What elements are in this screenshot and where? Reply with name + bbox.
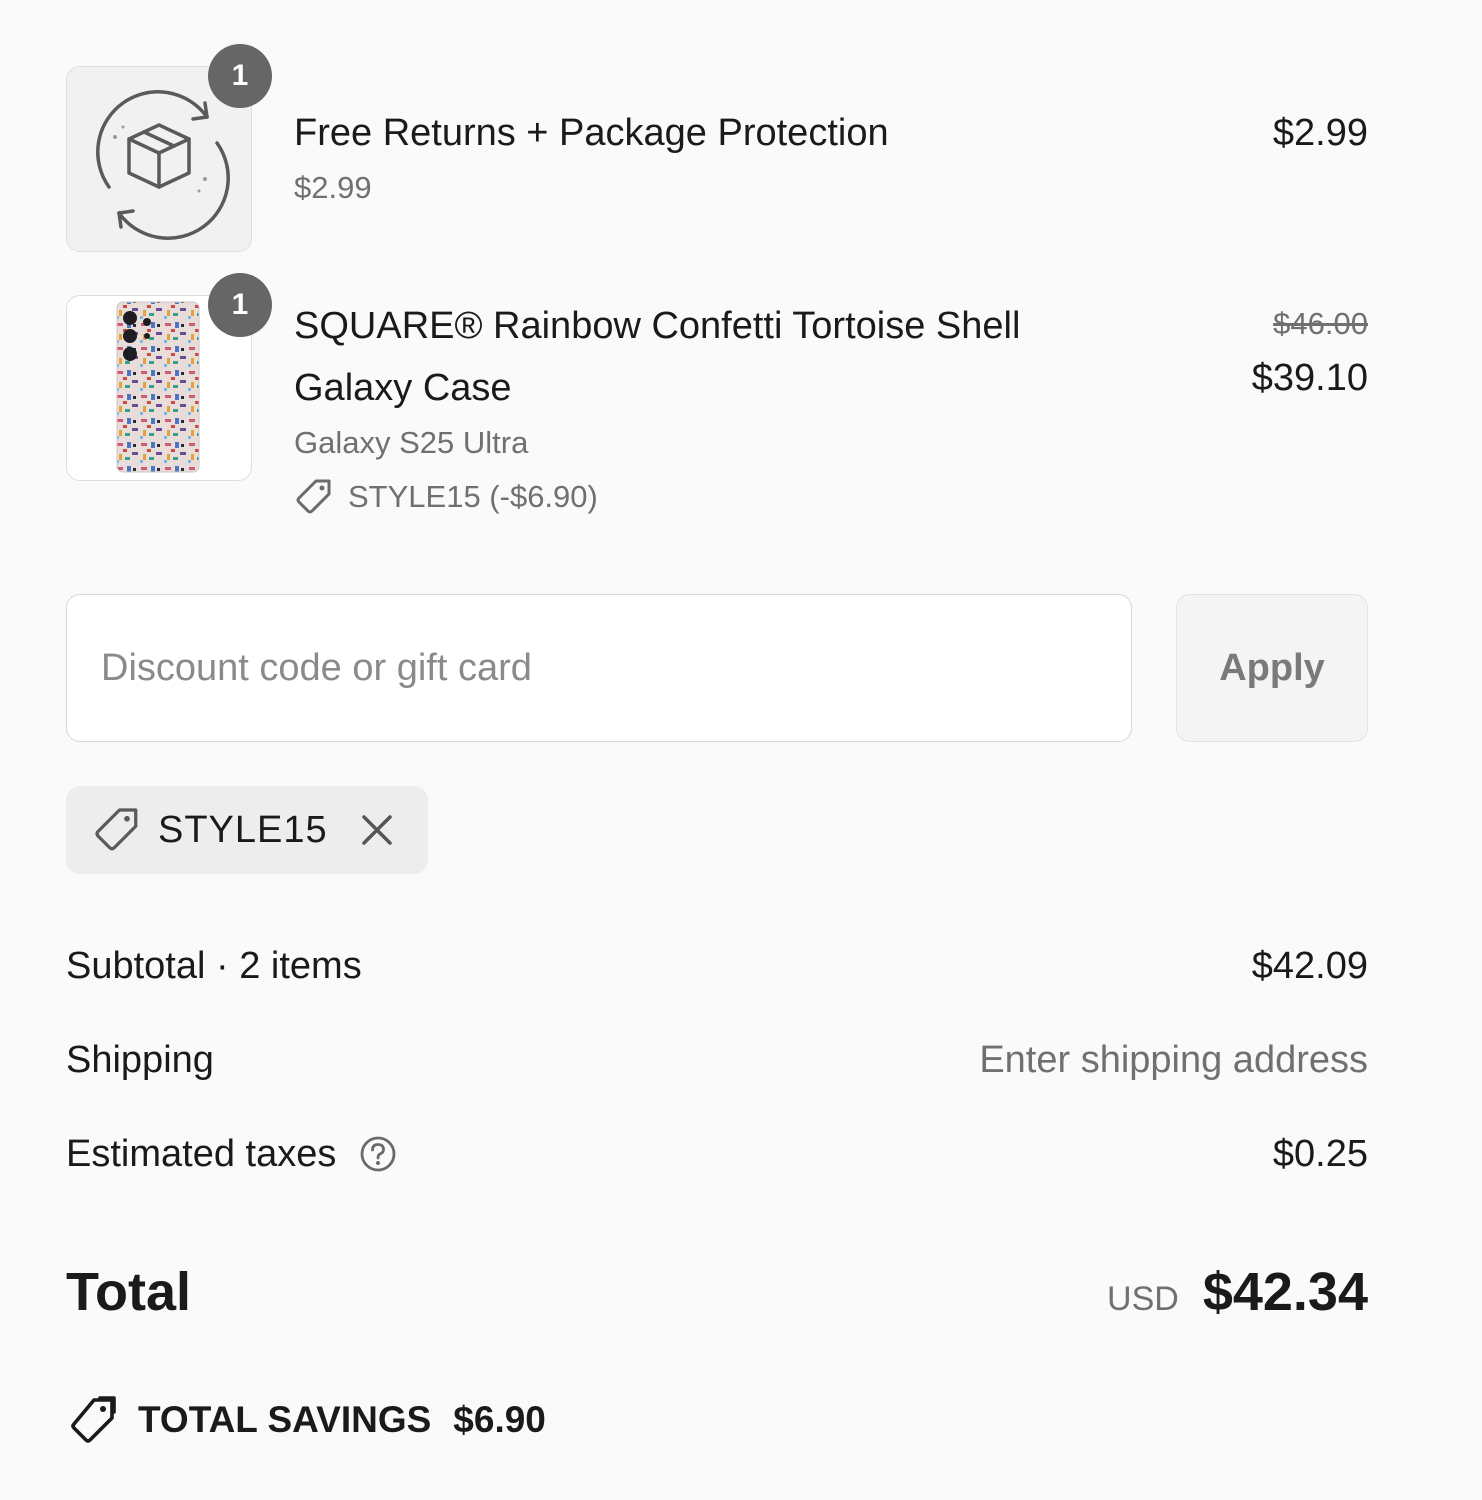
- taxes-row: Estimated taxes $0.25: [66, 1124, 1368, 1184]
- apply-button[interactable]: Apply: [1176, 594, 1368, 742]
- line-item-price-block: $2.99: [1273, 102, 1368, 164]
- tag-icon: [66, 1394, 118, 1446]
- subtotal-value: $42.09: [1251, 944, 1368, 987]
- discount-form: Apply: [66, 594, 1368, 742]
- line-item-thumbnail: 1: [66, 44, 272, 252]
- total-label: Total: [66, 1262, 191, 1322]
- total-savings-label: TOTAL SAVINGS: [138, 1399, 432, 1440]
- line-item-details: Free Returns + Package Protection $2.99: [294, 102, 1114, 208]
- help-icon[interactable]: [358, 1134, 398, 1174]
- total-savings-value: $6.90: [453, 1399, 546, 1440]
- quantity-badge: 1: [208, 273, 272, 337]
- line-item-phone-case: 1 SQUARE® Rainbow Confetti Tortoise Shel…: [66, 273, 1368, 525]
- taxes-label: Estimated taxes: [66, 1132, 337, 1175]
- discount-code-input[interactable]: [66, 594, 1132, 742]
- shipping-label: Shipping: [66, 1038, 214, 1081]
- line-item-thumbnail: 1: [66, 273, 272, 481]
- applied-code-label: STYLE15: [158, 808, 328, 851]
- line-item-price: $39.10: [1251, 357, 1368, 399]
- total-savings-row: TOTAL SAVINGS $6.90: [66, 1394, 546, 1446]
- shipping-row: Shipping Enter shipping address: [66, 1030, 1368, 1090]
- line-item-original-price: $46.00: [1273, 306, 1368, 341]
- line-item-price-block: $46.00 $39.10: [1252, 301, 1368, 409]
- currency-code: USD: [1107, 1280, 1179, 1318]
- taxes-label-group: Estimated taxes: [66, 1133, 398, 1176]
- line-item-protection: 1 Free Returns + Package Protection $2.9…: [66, 44, 1368, 252]
- close-icon[interactable]: [358, 811, 396, 849]
- line-item-discount-label: STYLE15 (-$6.90): [348, 479, 598, 514]
- line-item-unit-price: $2.99: [294, 170, 372, 205]
- line-item-variant: Galaxy S25 Ultra: [294, 425, 529, 460]
- tag-icon: [92, 805, 142, 855]
- subtotal-row: Subtotal · 2 items $42.09: [66, 936, 1368, 996]
- tag-icon: [294, 477, 334, 517]
- total-row: Total USD $42.34: [66, 1252, 1368, 1332]
- taxes-value: $0.25: [1272, 1132, 1368, 1175]
- line-item-details: SQUARE® Rainbow Confetti Tortoise Shell …: [294, 295, 1114, 517]
- line-item-title-line1: SQUARE® Rainbow Confetti Tortoise Shell: [294, 305, 1021, 347]
- line-item-price: $2.99: [1272, 112, 1368, 154]
- order-summary: 1 Free Returns + Package Protection $2.9…: [66, 0, 1368, 1500]
- line-item-title: Free Returns + Package Protection: [294, 112, 889, 154]
- line-item-title-line2: Galaxy Case: [294, 367, 512, 409]
- applied-discount-chip: STYLE15: [66, 786, 428, 874]
- total-amount: USD $42.34: [1107, 1261, 1368, 1323]
- subtotal-label: Subtotal · 2 items: [66, 944, 362, 987]
- shipping-value: Enter shipping address: [979, 1038, 1368, 1081]
- total-value: $42.34: [1202, 1262, 1368, 1322]
- line-item-discount: STYLE15 (-$6.90): [294, 477, 1114, 517]
- quantity-badge: 1: [208, 44, 272, 108]
